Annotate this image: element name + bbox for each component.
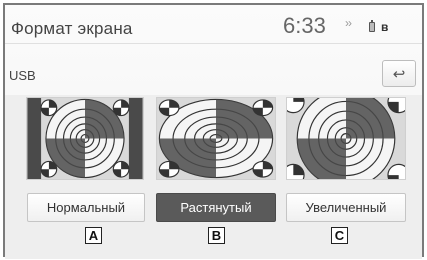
back-button[interactable]: ↩ [382, 60, 416, 87]
back-icon: ↩ [392, 65, 406, 83]
callout-c: C [331, 227, 348, 244]
thumbnail-wide[interactable] [156, 97, 276, 180]
wide-format-icon [157, 98, 275, 179]
source-label: USB [9, 68, 36, 83]
normal-format-icon [27, 98, 143, 179]
battery-icon [369, 20, 375, 32]
header-divider [5, 43, 422, 44]
zoom-button[interactable]: Увеличенный [286, 193, 406, 222]
page-title: Формат экрана [11, 19, 133, 38]
bluetooth-icon: ʙ [381, 20, 389, 34]
callout-b: B [208, 227, 225, 244]
callout-a: A [85, 227, 102, 244]
zoom-format-icon [287, 98, 405, 179]
thumbnail-zoom[interactable] [286, 97, 406, 180]
wide-button[interactable]: Растянутый [156, 193, 276, 222]
thumbnail-normal[interactable] [26, 97, 144, 180]
normal-button[interactable]: Нормальный [27, 193, 145, 222]
status-icons: ʙ [369, 20, 388, 34]
signal-indicator: ›› [345, 16, 352, 30]
clock: 6:33 [283, 13, 326, 38]
